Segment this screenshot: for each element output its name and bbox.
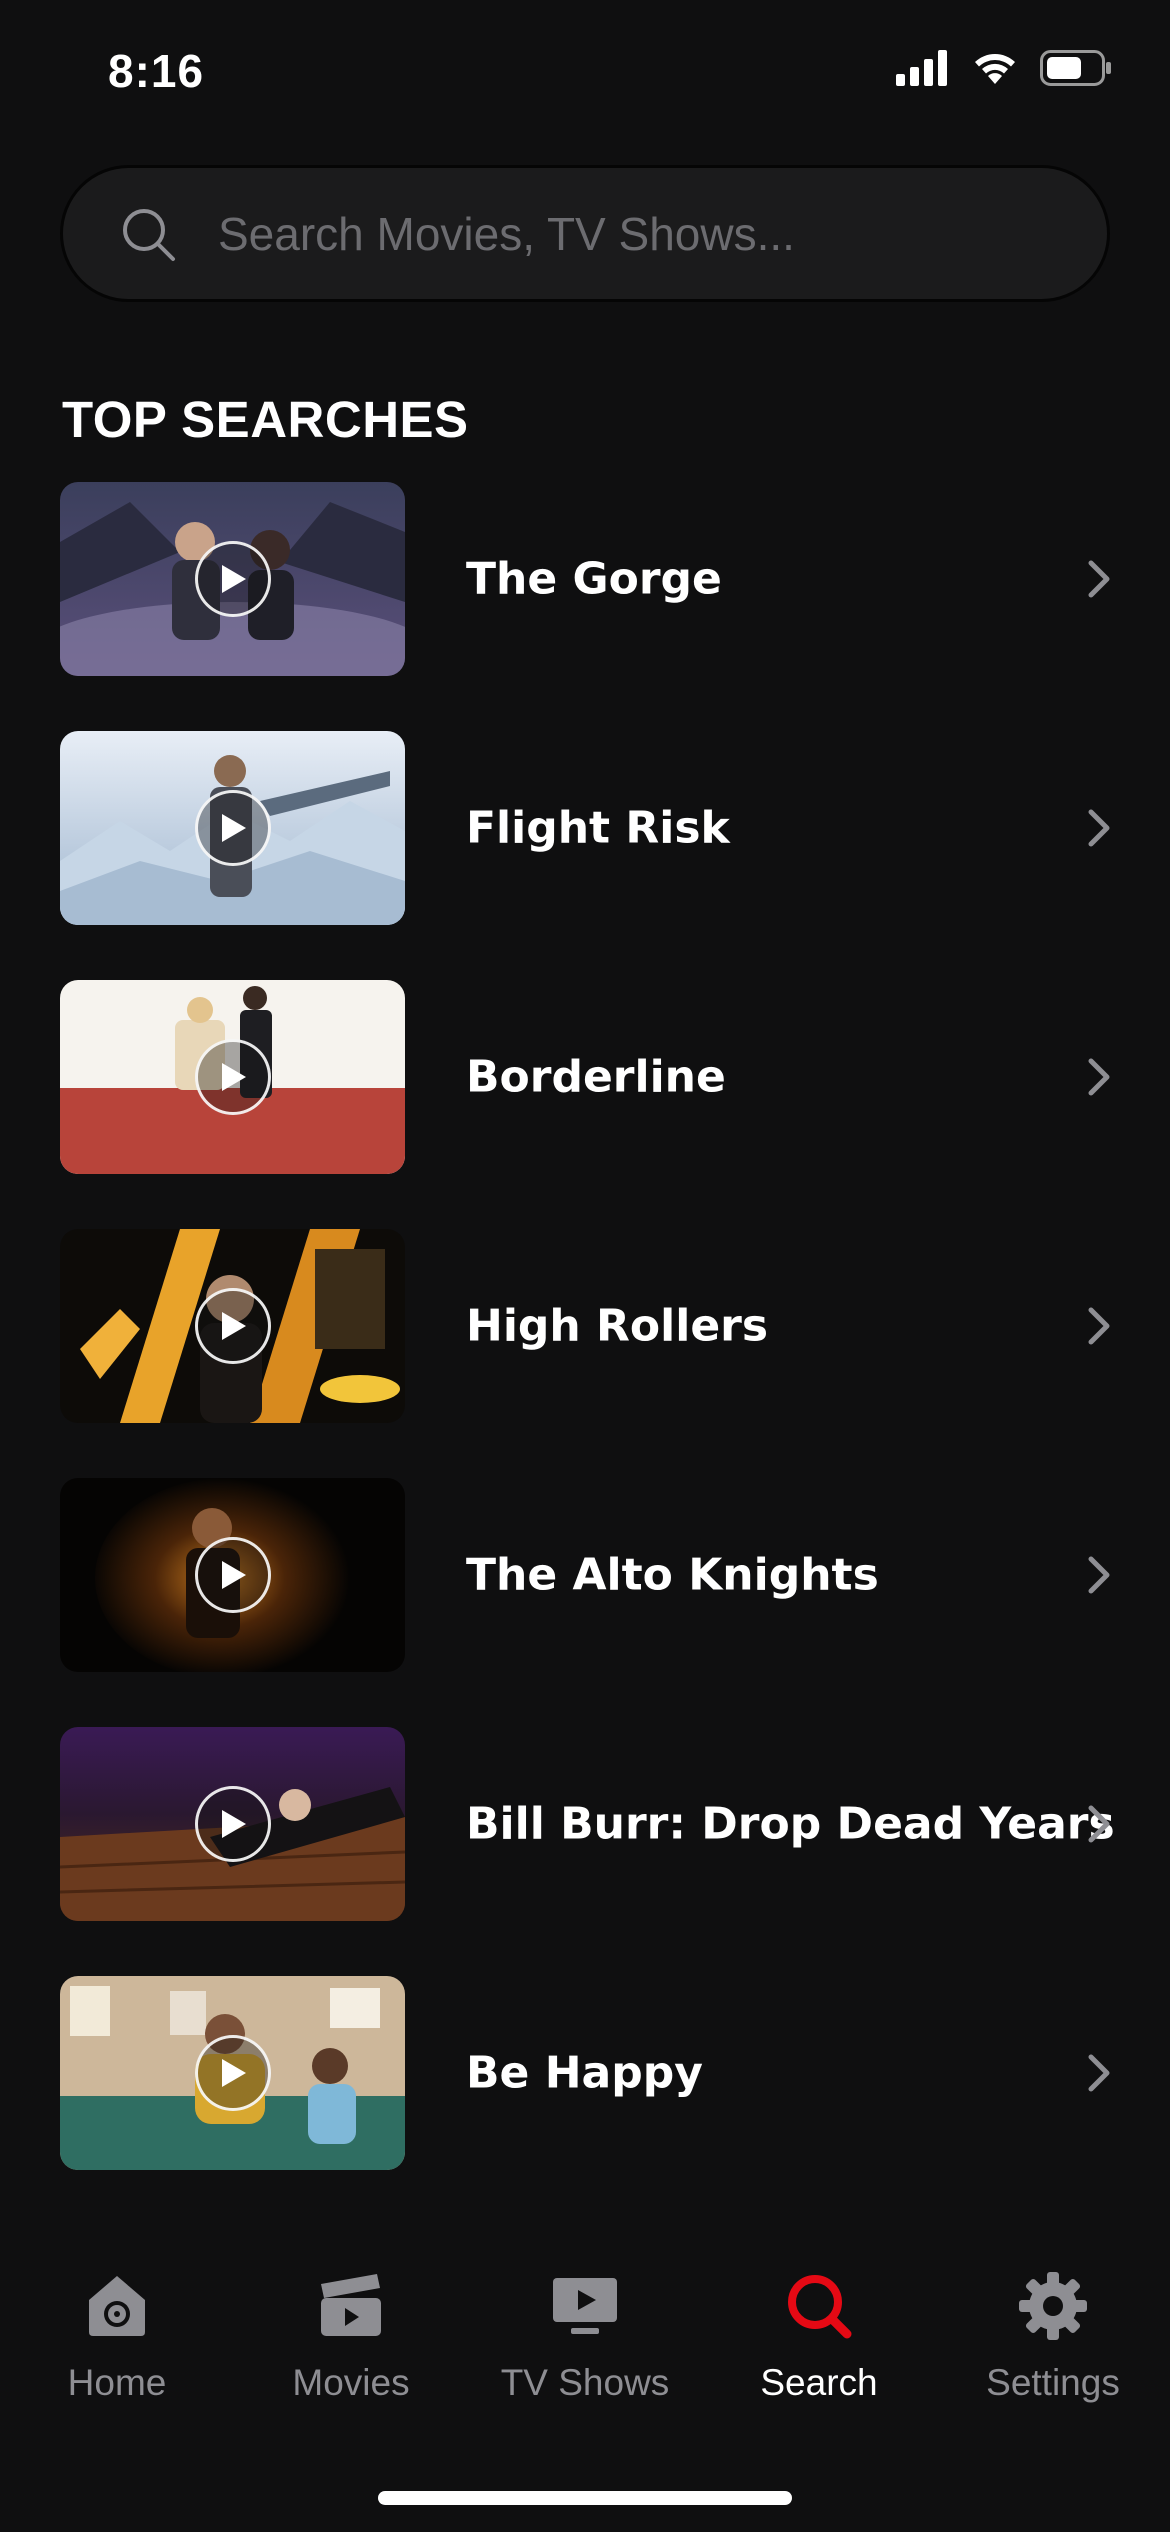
tab-home[interactable]: Home bbox=[0, 2270, 234, 2440]
status-time: 8:16 bbox=[108, 45, 205, 97]
chevron-right-icon bbox=[1088, 809, 1110, 847]
list-item[interactable]: Be Happy bbox=[0, 1976, 1170, 2170]
item-title: Borderline bbox=[466, 1051, 726, 1103]
tab-label: Settings bbox=[986, 2362, 1120, 2403]
play-button[interactable] bbox=[195, 1288, 271, 1364]
item-title: High Rollers bbox=[466, 1300, 769, 1352]
tab-label: TV Shows bbox=[500, 2362, 670, 2403]
tab-bar: Home Movies TV Shows Search Settings bbox=[0, 2270, 1170, 2440]
search-icon bbox=[123, 208, 175, 261]
thumbnail bbox=[60, 980, 405, 1174]
play-icon bbox=[222, 814, 246, 842]
list-item[interactable]: The Alto Knights bbox=[0, 1478, 1170, 1672]
home-indicator bbox=[378, 2491, 792, 2505]
chevron-right-icon bbox=[1088, 560, 1110, 598]
play-button[interactable] bbox=[195, 790, 271, 866]
play-icon bbox=[222, 1810, 246, 1838]
thumbnail bbox=[60, 1229, 405, 1423]
list-item[interactable]: High Rollers bbox=[0, 1229, 1170, 1423]
play-icon bbox=[222, 1063, 246, 1091]
chevron-right-icon bbox=[1088, 2054, 1110, 2092]
cellular-signal-icon bbox=[896, 50, 947, 86]
list-item[interactable]: Bill Burr: Drop Dead Years bbox=[0, 1727, 1170, 1921]
screen: 8:16 TOP SEAR bbox=[0, 0, 1170, 2532]
clapperboard-icon bbox=[321, 2274, 381, 2336]
status-icons bbox=[896, 50, 1112, 86]
search-input[interactable] bbox=[218, 168, 1107, 299]
tab-label: Home bbox=[67, 2362, 167, 2403]
item-title: The Gorge bbox=[466, 553, 722, 605]
play-icon bbox=[222, 1312, 246, 1340]
home-icon bbox=[89, 2276, 145, 2336]
play-icon bbox=[222, 2059, 246, 2087]
play-button[interactable] bbox=[195, 2035, 271, 2111]
play-button[interactable] bbox=[195, 1786, 271, 1862]
battery-icon bbox=[1040, 50, 1111, 86]
chevron-right-icon bbox=[1088, 1058, 1110, 1096]
chevron-right-icon bbox=[1088, 1805, 1110, 1843]
tab-tv-shows[interactable]: TV Shows bbox=[468, 2270, 702, 2440]
thumbnail bbox=[60, 1478, 405, 1672]
chevron-right-icon bbox=[1088, 1556, 1110, 1594]
tab-settings[interactable]: Settings bbox=[936, 2270, 1170, 2440]
wifi-icon bbox=[975, 54, 1015, 84]
list-item[interactable]: Flight Risk bbox=[0, 731, 1170, 925]
search-icon bbox=[788, 2275, 852, 2339]
section-title: TOP SEARCHES bbox=[62, 391, 469, 448]
list-item[interactable]: The Gorge bbox=[0, 482, 1170, 676]
tab-label: Movies bbox=[292, 2362, 410, 2403]
tv-icon bbox=[553, 2278, 617, 2334]
thumbnail bbox=[60, 1976, 405, 2170]
tab-label: Search bbox=[760, 2362, 878, 2403]
play-button[interactable] bbox=[195, 541, 271, 617]
item-title: The Alto Knights bbox=[466, 1549, 879, 1601]
play-icon bbox=[222, 1561, 246, 1589]
play-button[interactable] bbox=[195, 1039, 271, 1115]
gear-icon bbox=[1019, 2272, 1087, 2340]
tab-movies[interactable]: Movies bbox=[234, 2270, 468, 2440]
tab-search[interactable]: Search bbox=[702, 2270, 936, 2440]
item-title: Be Happy bbox=[466, 2047, 703, 2099]
search-bar[interactable] bbox=[60, 165, 1110, 302]
thumbnail bbox=[60, 482, 405, 676]
chevron-right-icon bbox=[1088, 1307, 1110, 1345]
status-bar: 8:16 bbox=[0, 0, 1170, 150]
item-title: Bill Burr: Drop Dead Years bbox=[466, 1798, 1115, 1850]
item-title: Flight Risk bbox=[466, 802, 730, 854]
thumbnail bbox=[60, 731, 405, 925]
play-icon bbox=[222, 565, 246, 593]
thumbnail bbox=[60, 1727, 405, 1921]
list-item[interactable]: Borderline bbox=[0, 980, 1170, 1174]
play-button[interactable] bbox=[195, 1537, 271, 1613]
